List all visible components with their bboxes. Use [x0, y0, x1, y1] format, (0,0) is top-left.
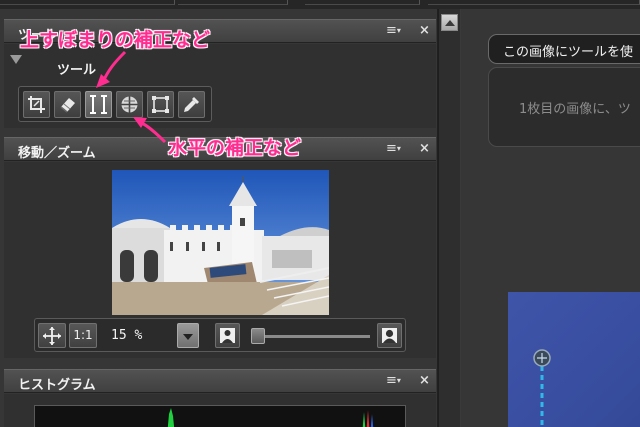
image-preview[interactable] [508, 292, 640, 427]
navigator-thumbnail[interactable] [112, 170, 329, 315]
eyedropper-icon [184, 97, 199, 112]
vertical-correction-tool-button[interactable] [85, 91, 112, 118]
disclosure-triangle-icon[interactable] [10, 55, 22, 64]
top-strip [0, 0, 640, 9]
move-tool-button[interactable] [38, 323, 66, 348]
zoom-out-button[interactable] [215, 323, 240, 348]
top-strip-segment [428, 0, 640, 5]
close-icon[interactable]: × [419, 23, 430, 38]
zoom-slider-thumb[interactable] [251, 328, 265, 344]
person-large-icon [382, 328, 397, 343]
hint-box: 1枚目の画像に、ツ [488, 67, 640, 147]
hint-tab[interactable]: この画像にツールを使 [488, 34, 640, 64]
top-strip-segment [305, 0, 420, 5]
eraser-tool-button[interactable] [54, 91, 81, 118]
top-strip-segment [0, 0, 175, 5]
person-small-icon [220, 328, 235, 343]
menu-glyph: ≡ [386, 141, 397, 156]
zoom-dropdown-button[interactable] [177, 323, 199, 348]
close-icon[interactable]: × [419, 373, 430, 388]
panel-menu-icon[interactable]: ≡▾ [386, 23, 401, 38]
image-area: この画像にツールを使 1枚目の画像に、ツ [461, 9, 640, 427]
zoom-in-button[interactable] [377, 323, 402, 348]
transform-tool-button[interactable] [147, 91, 174, 118]
zoom-bar: 1:1 15 % [34, 318, 406, 352]
vertical-correction-icon [90, 95, 107, 114]
zoom-slider-track[interactable] [256, 335, 370, 338]
tool-bar [18, 86, 212, 122]
tool-group-label: ツール [57, 63, 97, 78]
menu-glyph: ≡ [386, 373, 397, 388]
navigator-panel-title: 移動／ズーム [18, 146, 96, 161]
hint-tab-text: この画像にツールを使 [503, 45, 634, 60]
panel-menu-icon[interactable]: ≡▾ [386, 373, 401, 388]
top-strip-segment [178, 0, 288, 5]
histogram-plot [167, 408, 374, 427]
actual-size-button[interactable]: 1:1 [69, 323, 97, 348]
horizontal-correction-tool-button[interactable] [116, 91, 143, 118]
scroll-up-button[interactable] [441, 14, 458, 31]
annotation-top: 上すぼまりの補正など [20, 29, 211, 51]
histogram-view [34, 405, 406, 427]
palette-scrollbar[interactable] [438, 9, 460, 427]
crop-icon [28, 96, 45, 113]
histogram-panel-header[interactable]: ヒストグラム ≡▾ × [4, 369, 436, 393]
menu-glyph: ≡ [386, 23, 397, 38]
hint-body-text: 1枚目の画像に、ツ [519, 102, 631, 117]
horizontal-correction-icon [121, 96, 138, 113]
eyedropper-tool-button[interactable] [178, 91, 205, 118]
transform-icon [152, 96, 169, 113]
move-icon [43, 327, 61, 345]
panel-menu-icon[interactable]: ≡▾ [386, 141, 401, 156]
crop-tool-button[interactable] [23, 91, 50, 118]
annotation-middle: 水平の補正など [168, 137, 302, 159]
histogram-panel-title: ヒストグラム [18, 378, 96, 393]
close-icon[interactable]: × [419, 141, 430, 156]
eraser-icon [60, 98, 75, 113]
